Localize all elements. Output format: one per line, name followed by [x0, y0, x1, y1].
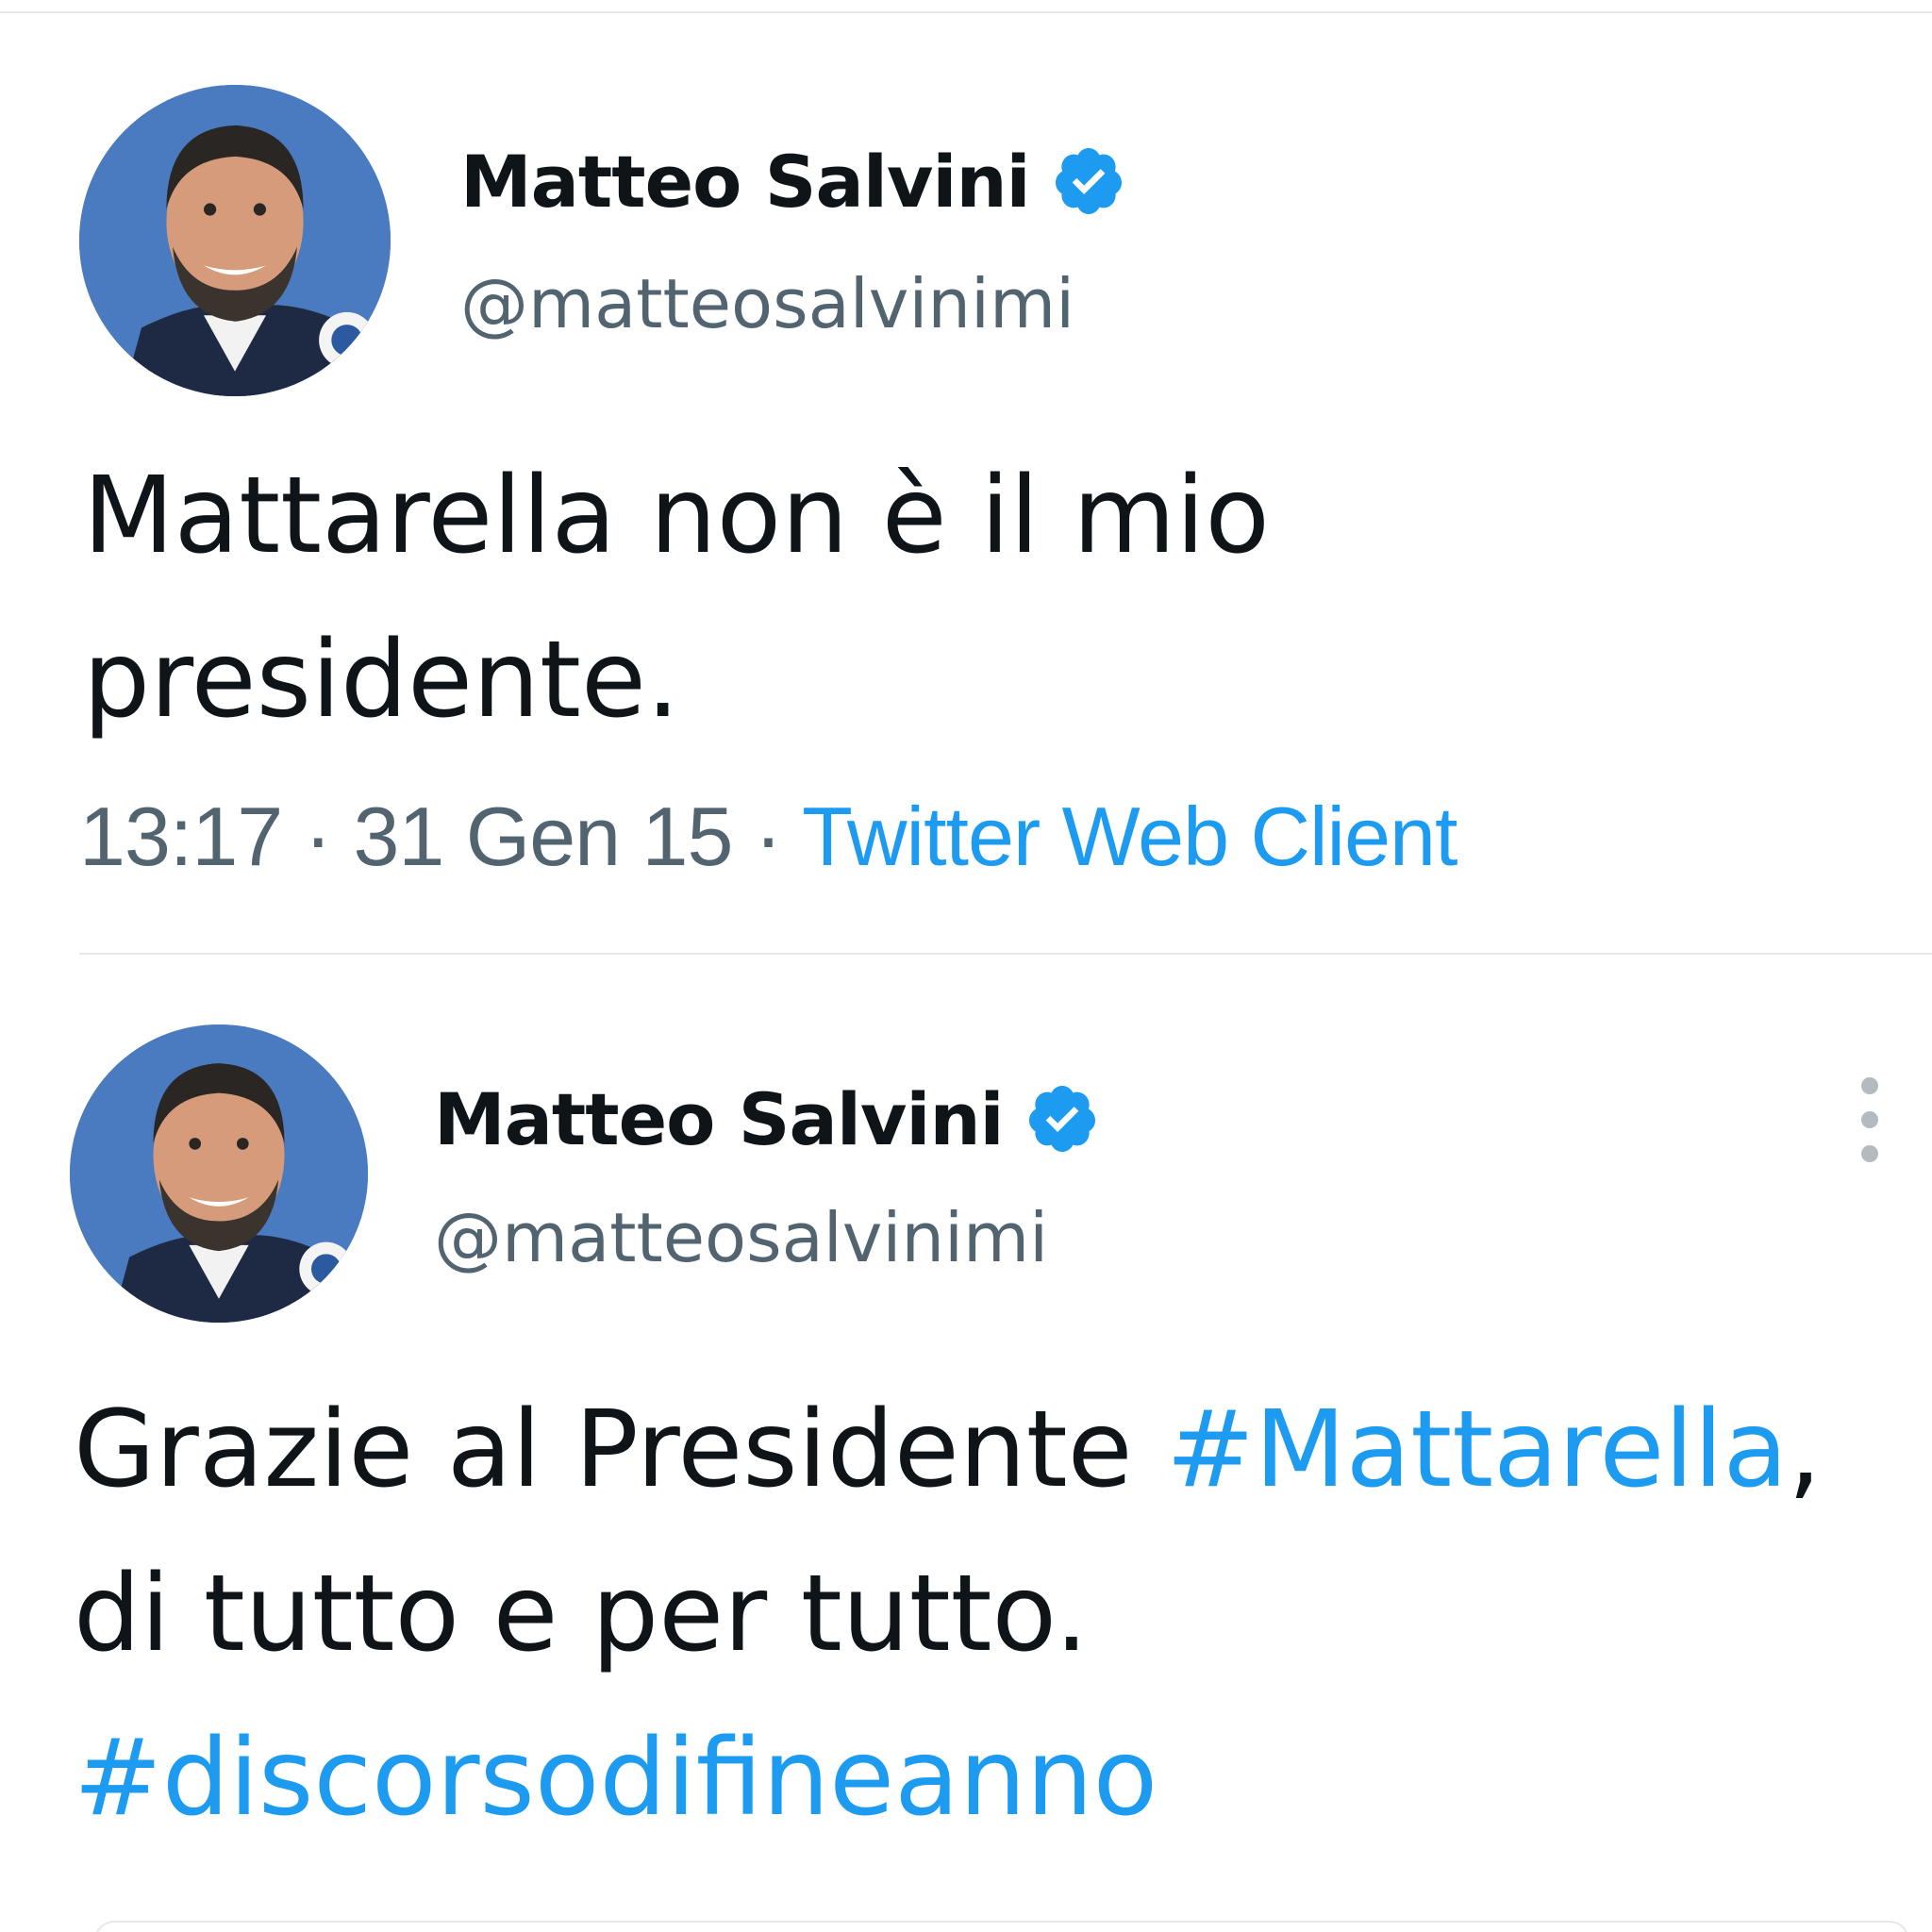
more-dot — [1861, 1111, 1878, 1128]
tweet-text: Grazie al Presidente #Mattarella, di tut… — [74, 1368, 1822, 1860]
profile-photo-icon — [79, 85, 391, 396]
tweet-text-segment: , — [1788, 1389, 1822, 1511]
user-handle[interactable]: @matteosalvinimi — [460, 264, 1074, 343]
display-name[interactable]: Matteo Salvini — [434, 1072, 1100, 1166]
tweet-2[interactable]: Matteo Salvini @matteosalvinimi Grazie a… — [0, 955, 1932, 1921]
display-name-text: Matteo Salvini — [460, 139, 1031, 224]
tweet-time[interactable]: 13:17 — [79, 790, 283, 883]
tweet-text-segment: Grazie al Presidente — [74, 1389, 1167, 1511]
tweet-date[interactable]: 31 Gen 15 — [353, 790, 733, 883]
meta-separator: · — [754, 790, 782, 883]
tweet-text-line: Mattarella non è il mio — [83, 455, 1270, 577]
verified-badge-icon — [1024, 1081, 1100, 1157]
verified-badge-icon — [1051, 143, 1126, 219]
display-name-text: Matteo Salvini — [434, 1076, 1005, 1161]
tweet-text-line: presidente. — [83, 619, 680, 741]
next-card-edge — [94, 1921, 1909, 1932]
tweet-text-line: Grazie al Presidente #Mattarella, — [74, 1368, 1822, 1532]
avatar[interactable] — [70, 1024, 368, 1323]
tweet-text: Mattarella non è il mio presidente. — [83, 434, 1270, 762]
display-name[interactable]: Matteo Salvini — [460, 134, 1126, 228]
hashtag-link[interactable]: #discorsodifineanno — [74, 1717, 1158, 1840]
more-vertical-icon[interactable] — [1851, 1077, 1889, 1162]
user-handle[interactable]: @matteosalvinimi — [434, 1198, 1048, 1277]
meta-separator: · — [304, 790, 332, 883]
tweet-text-line: di tutto e per tutto. — [74, 1553, 1089, 1675]
hashtag-link[interactable]: #Mattarella — [1166, 1389, 1788, 1511]
tweet-1[interactable]: Matteo Salvini @matteosalvinimi Mattarel… — [0, 0, 1932, 953]
tweet-client-link[interactable]: Twitter Web Client — [802, 790, 1457, 883]
tweet-text-line: #discorsodifineanno — [74, 1696, 1822, 1860]
more-dot — [1861, 1145, 1878, 1162]
avatar[interactable] — [79, 85, 391, 396]
profile-photo-icon — [70, 1024, 368, 1323]
more-dot — [1861, 1077, 1878, 1094]
tweet-meta: 13:17 · 31 Gen 15 · Twitter Web Client — [79, 789, 1457, 885]
